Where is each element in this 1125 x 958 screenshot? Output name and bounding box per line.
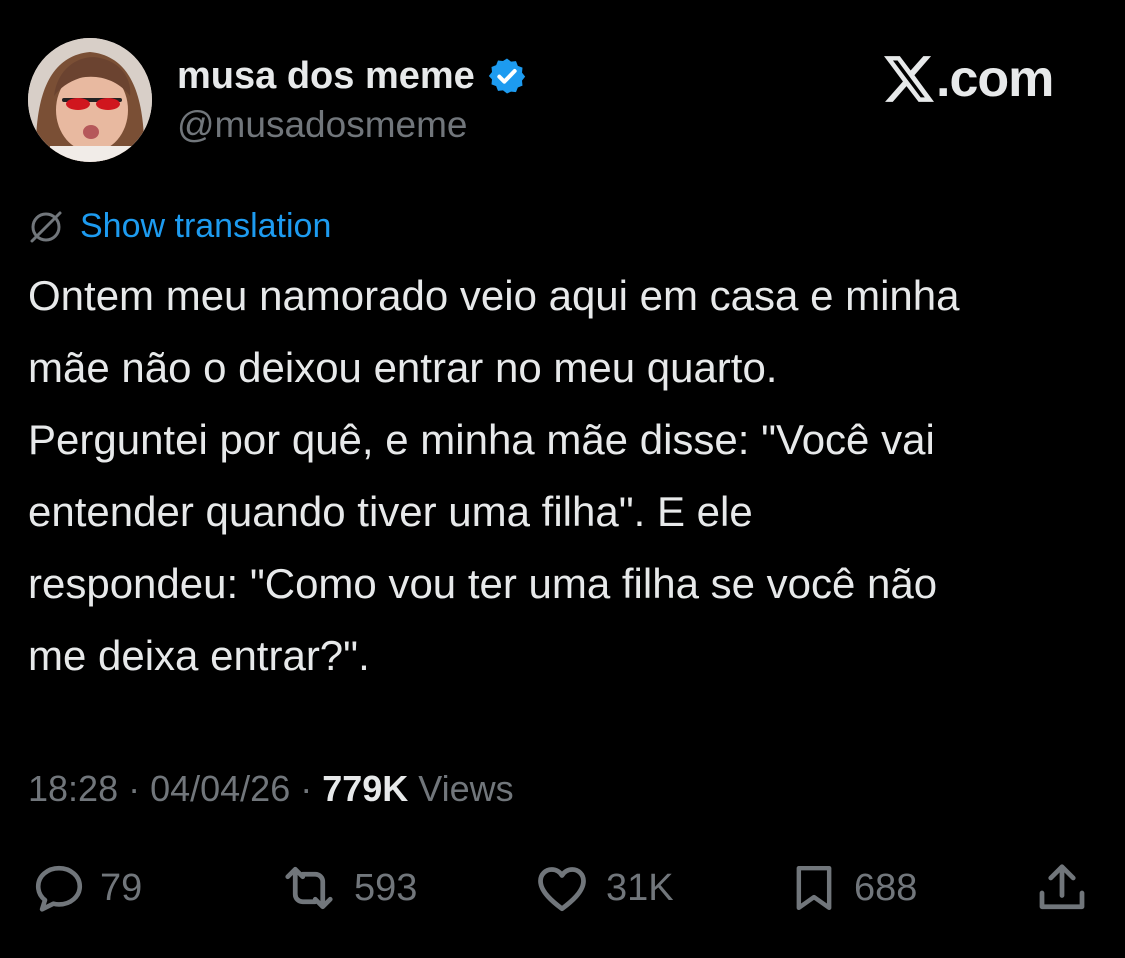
globe-icon	[30, 211, 62, 243]
like-button[interactable]: 31K	[530, 856, 674, 920]
tweet-meta: 18:28 · 04/04/26 · 779K Views	[28, 764, 514, 814]
reply-button[interactable]: 79	[30, 856, 142, 920]
views-label[interactable]: Views	[418, 768, 513, 810]
show-translation-link[interactable]: Show translation	[80, 207, 331, 246]
translation-row[interactable]: Show translation	[26, 204, 331, 248]
action-bar: 79 593 31K 688	[0, 856, 1125, 920]
tweet-text: Ontem meu namorado veio aqui em casa e m…	[28, 260, 1108, 692]
meta-separator: ·	[300, 768, 313, 809]
reply-icon	[35, 865, 83, 912]
meta-separator: ·	[128, 768, 141, 809]
tweet-time[interactable]: 18:28	[28, 768, 118, 810]
tweet-line: respondeu: "Como vou ter uma filha se vo…	[28, 560, 938, 607]
tweet-line: Ontem meu namorado veio aqui em casa e m…	[28, 272, 960, 319]
share-button[interactable]	[1032, 856, 1092, 920]
tweet-date[interactable]: 04/04/26	[150, 768, 290, 810]
reply-count: 79	[100, 866, 143, 909]
avatar[interactable]	[28, 38, 152, 162]
brand-text: .com	[936, 50, 1054, 108]
author-display-name[interactable]: musa dos meme	[177, 55, 475, 98]
bookmark-count: 688	[854, 866, 918, 909]
share-icon	[1039, 864, 1085, 910]
repost-icon	[285, 866, 333, 910]
repost-count: 593	[354, 866, 418, 909]
heart-icon	[538, 867, 586, 912]
tweet-line: entender quando tiver uma filha". E ele	[28, 488, 753, 535]
views-count[interactable]: 779K	[322, 768, 408, 810]
bookmark-button[interactable]: 688	[786, 856, 917, 920]
bookmark-icon	[796, 865, 832, 911]
tweet-line: Perguntei por quê, e minha mãe disse: "V…	[28, 416, 935, 463]
brand-watermark: .com	[884, 48, 1054, 110]
like-count: 31K	[606, 866, 674, 909]
verified-badge-icon	[488, 58, 525, 94]
x-logo-icon	[884, 56, 934, 102]
repost-button[interactable]: 593	[276, 856, 417, 920]
author-handle[interactable]: @musadosmeme	[177, 104, 468, 146]
tweet-line: me deixa entrar?".	[28, 632, 370, 679]
author-name-row[interactable]: musa dos meme	[177, 52, 527, 100]
tweet-line: mãe não o deixou entrar no meu quarto.	[28, 344, 778, 391]
avatar-photo	[28, 38, 152, 162]
